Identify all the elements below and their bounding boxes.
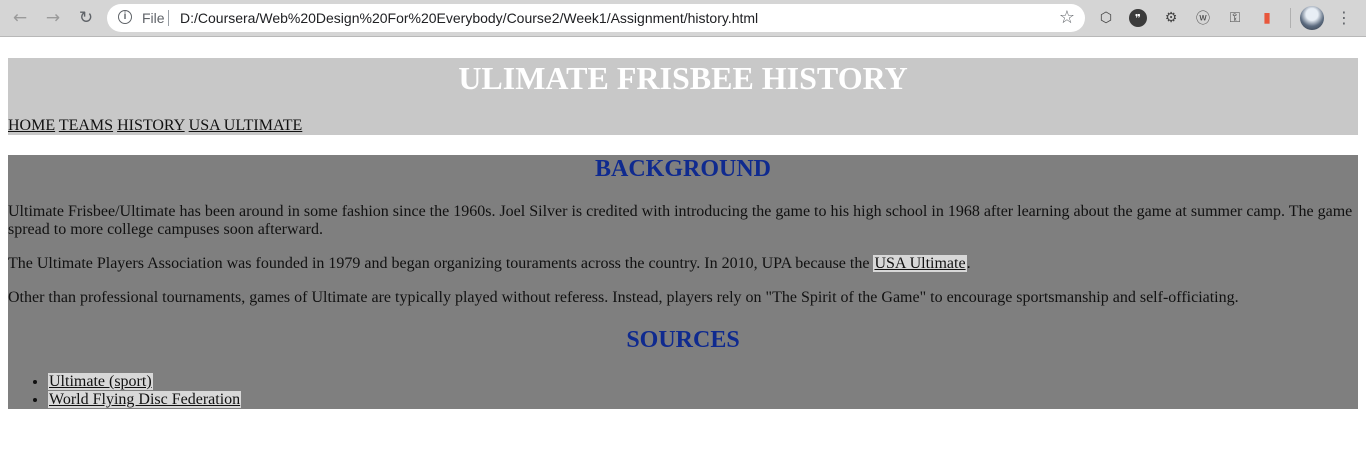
source-link-wfdf[interactable]: World Flying Disc Federation — [48, 391, 242, 408]
browser-toolbar: ← → ↻ i File D:/Coursera/Web%20Design%20… — [0, 0, 1366, 37]
list-item: Ultimate (sport) — [48, 373, 241, 391]
background-paragraph-3: Other than professional tournaments, gam… — [8, 289, 1239, 306]
back-arrow-icon[interactable]: ← — [9, 7, 31, 29]
sources-heading: SOURCES — [626, 327, 740, 353]
page-title: ULIMATE FRISBEE HISTORY — [458, 60, 908, 96]
more-vert-icon[interactable]: ⋮ — [1336, 8, 1352, 28]
reload-icon[interactable]: ↻ — [75, 7, 97, 29]
toolbar-divider — [1290, 8, 1291, 28]
nav-link-usa-ultimate[interactable]: USA ULTIMATE — [189, 117, 303, 134]
chat-quote-icon[interactable]: ❞ — [1129, 9, 1147, 27]
main-content: BACKGROUND Ultimate Frisbee/Ultimate has… — [8, 155, 1358, 409]
source-link-ultimate-sport[interactable]: Ultimate (sport) — [48, 373, 153, 390]
omnibox-divider — [168, 10, 169, 26]
background-heading: BACKGROUND — [594, 156, 771, 182]
key-icon[interactable]: ⚿ — [1225, 8, 1245, 28]
usa-ultimate-link[interactable]: USA Ultimate — [873, 255, 967, 272]
shield-icon[interactable]: ⬡ — [1096, 8, 1116, 28]
nav-link-history[interactable]: HISTORY — [117, 117, 185, 134]
scheme-label: File — [142, 10, 165, 26]
nav-link-teams[interactable]: TEAMS — [59, 117, 113, 134]
main-nav: HOME TEAMS HISTORY USA ULTIMATE — [8, 116, 302, 135]
background-paragraph-1: Ultimate Frisbee/Ultimate has been aroun… — [8, 203, 1353, 238]
list-item: World Flying Disc Federation — [48, 391, 242, 409]
profile-avatar[interactable] — [1300, 6, 1324, 30]
site-header: ULIMATE FRISBEE HISTORY HOME TEAMS HISTO… — [8, 58, 1358, 135]
gear-icon[interactable]: ⚙ — [1161, 8, 1181, 28]
url-text[interactable]: D:/Coursera/Web%20Design%20For%20Everybo… — [180, 10, 758, 26]
nav-link-home[interactable]: HOME — [8, 117, 55, 134]
orange-extension-icon[interactable]: ▮ — [1257, 8, 1277, 28]
forward-arrow-icon[interactable]: → — [42, 7, 64, 29]
paragraph-2-text: The Ultimate Players Association was fou… — [8, 255, 874, 272]
info-icon[interactable]: i — [118, 10, 132, 24]
w-extension-icon[interactable]: ⓦ — [1193, 8, 1213, 28]
address-bar[interactable]: i File D:/Coursera/Web%20Design%20For%20… — [107, 4, 1085, 32]
background-paragraph-2: The Ultimate Players Association was fou… — [8, 255, 1358, 273]
star-icon[interactable]: ☆ — [1059, 7, 1075, 28]
paragraph-2-end: . — [966, 255, 971, 272]
sources-list: Ultimate (sport) World Flying Disc Feder… — [8, 373, 242, 409]
